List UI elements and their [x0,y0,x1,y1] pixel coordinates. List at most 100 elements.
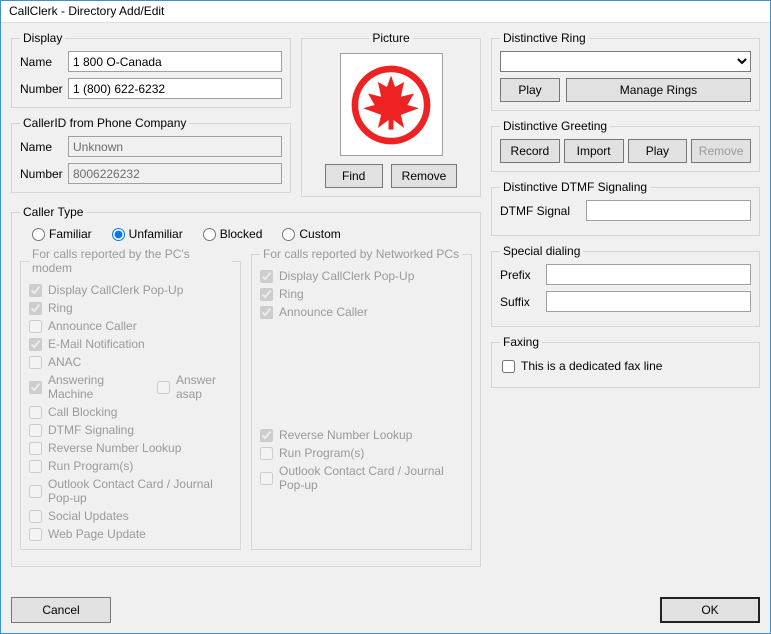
greeting-legend: Distinctive Greeting [500,119,610,133]
network-spacer [260,386,463,403]
modem-checkbox [29,528,42,541]
display-number-label: Number [20,82,68,96]
modem-item: Call Blocking [29,405,232,419]
network-label: Display CallClerk Pop-Up [279,269,414,283]
dtmf-input[interactable] [586,200,751,221]
cancel-button[interactable]: Cancel [11,597,111,623]
caller-type-radio[interactable] [282,228,295,241]
maple-leaf-icon [350,64,432,146]
modem-checkbox [29,320,42,333]
suffix-input[interactable] [546,291,751,312]
modem-checkbox [29,510,42,523]
modem-label: Call Blocking [48,405,117,419]
ring-play-button[interactable]: Play [500,78,560,102]
prefix-input[interactable] [546,264,751,285]
suffix-label: Suffix [500,295,540,309]
modem-item: Social Updates [29,509,232,523]
window-title: CallClerk - Directory Add/Edit [1,1,770,23]
dialing-group: Special dialing Prefix Suffix [491,244,760,327]
modem-label: Social Updates [48,509,129,523]
display-name-input[interactable] [68,51,282,72]
modem-item: E-Mail Notification [29,337,232,351]
fax-label: This is a dedicated fax line [521,359,662,373]
callerid-name-label: Name [20,140,68,154]
modem-list: Display CallClerk Pop-Up Ring Announce Cal… [29,281,232,543]
ring-legend: Distinctive Ring [500,31,589,45]
modem-item: Reverse Number Lookup [29,441,232,455]
modem-label: Web Page Update [48,527,146,541]
faxing-group: Faxing This is a dedicated fax line [491,335,760,388]
modem-checkbox [29,302,42,315]
modem-item: Ring [29,301,232,315]
network-item: Run Program(s) [260,446,463,460]
greeting-record-button[interactable]: Record [500,139,560,163]
greeting-remove-button: Remove [691,139,751,163]
modem-item: Outlook Contact Card / Journal Pop-up [29,477,232,505]
caller-type-radio[interactable] [112,228,125,241]
network-item: Announce Caller [260,305,463,319]
modem-item: DTMF Signaling [29,423,232,437]
fax-checkbox[interactable] [502,360,515,373]
callerid-group: CallerID from Phone Company Name Number [11,116,291,193]
modem-checkbox [29,356,42,369]
caller-type-radio[interactable] [203,228,216,241]
modem-group: For calls reported by the PC's modem Dis… [20,247,241,550]
caller-type-label: Unfamiliar [129,227,183,241]
caller-type-radio[interactable] [32,228,45,241]
picture-group: Picture Find Remove [301,31,481,197]
network-checkbox [260,270,273,283]
callerid-name-input [68,136,282,157]
modem-label: DTMF Signaling [48,423,134,437]
network-label: Reverse Number Lookup [279,428,412,442]
greeting-play-button[interactable]: Play [628,139,688,163]
modem-checkbox [29,381,42,394]
caller-type-label: Familiar [49,227,92,241]
greeting-import-button[interactable]: Import [564,139,624,163]
modem-inline: Answer asap [157,373,232,401]
caller-type-option[interactable]: Unfamiliar [112,227,183,241]
ring-select[interactable] [500,51,751,72]
modem-inline-checkbox [157,381,170,394]
callerid-number-input [68,163,282,184]
ok-button[interactable]: OK [660,597,760,623]
caller-type-option[interactable]: Familiar [32,227,92,241]
modem-item: ANAC [29,355,232,369]
modem-label: Reverse Number Lookup [48,441,181,455]
prefix-label: Prefix [500,268,540,282]
modem-checkbox [29,442,42,455]
network-spacer [260,344,463,361]
modem-item: Run Program(s) [29,459,232,473]
picture-remove-button[interactable]: Remove [391,164,458,188]
right-column: Distinctive Ring Play Manage Rings Disti… [491,31,760,575]
bottom-bar: Cancel OK [11,597,760,623]
network-label: Run Program(s) [279,446,364,460]
network-checkbox [260,472,273,485]
modem-checkbox [29,406,42,419]
modem-label: Display CallClerk Pop-Up [48,283,183,297]
modem-label: Ring [48,301,73,315]
modem-inline-label: Answer asap [176,373,232,401]
network-group: For calls reported by Networked PCs Disp… [251,247,472,550]
display-number-input[interactable] [68,78,282,99]
callerid-number-label: Number [20,167,68,181]
network-checkbox [260,306,273,319]
picture-preview [340,53,443,156]
modem-item: Web Page Update [29,527,232,541]
picture-find-button[interactable]: Find [325,164,383,188]
network-checkbox [260,429,273,442]
modem-item: Announce Caller [29,319,232,333]
dtmf-group: Distinctive DTMF Signaling DTMF Signal [491,180,760,236]
caller-type-option[interactable]: Blocked [203,227,263,241]
caller-type-option[interactable]: Custom [282,227,340,241]
network-legend: For calls reported by Networked PCs [260,247,462,261]
network-item: Display CallClerk Pop-Up [260,269,463,283]
left-column: Display Name Number [11,31,481,575]
ring-manage-button[interactable]: Manage Rings [566,78,751,102]
modem-label: Run Program(s) [48,459,133,473]
callerid-legend: CallerID from Phone Company [20,116,189,130]
modem-label: Outlook Contact Card / Journal Pop-up [48,477,232,505]
caller-type-legend: Caller Type [20,205,86,219]
network-item: Outlook Contact Card / Journal Pop-up [260,464,463,492]
network-item: Reverse Number Lookup [260,428,463,442]
fax-checkbox-row[interactable]: This is a dedicated fax line [500,355,751,379]
